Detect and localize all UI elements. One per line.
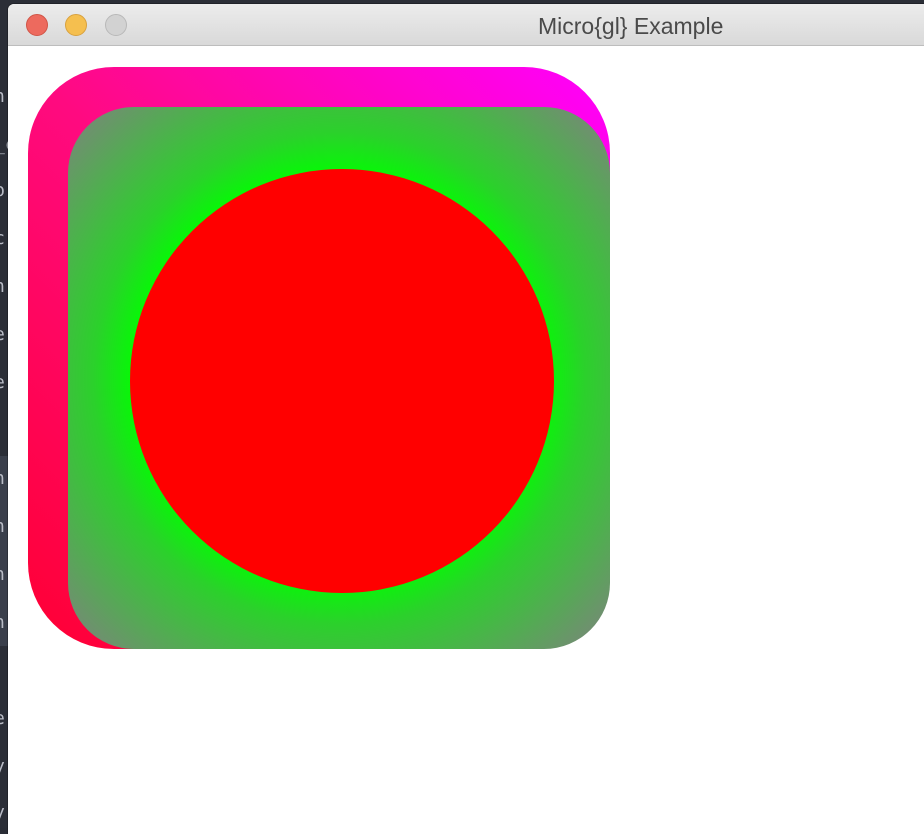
window-title: Micro{gl} Example (538, 13, 724, 39)
close-window-button[interactable] (26, 14, 48, 36)
title-bar[interactable]: Micro{gl} Example (8, 4, 924, 46)
red-circle (130, 169, 554, 593)
zoom-window-button[interactable] (105, 14, 127, 36)
minimize-window-button[interactable] (65, 14, 87, 36)
outer-rounded-rect (28, 67, 610, 649)
app-window: Micro{gl} Example (8, 4, 924, 834)
render-canvas[interactable] (8, 46, 924, 834)
